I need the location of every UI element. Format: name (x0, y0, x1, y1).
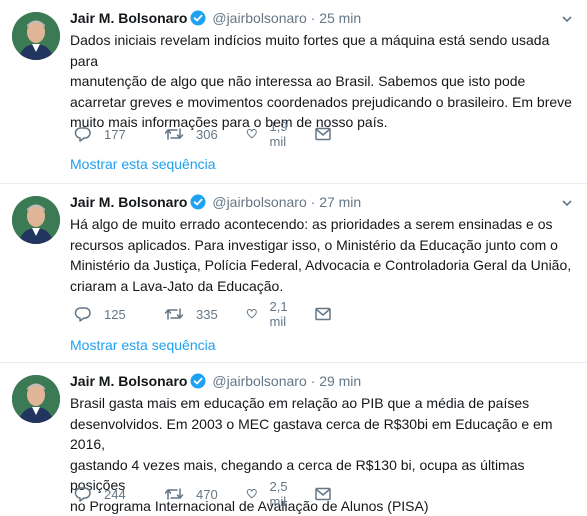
envelope-icon (314, 485, 332, 503)
timestamp[interactable]: 27 min (319, 194, 361, 210)
separator: · (311, 373, 316, 389)
tweet[interactable]: Jair M. Bolsonaro @jairbolsonaro · 27 mi… (0, 184, 587, 363)
tweet-text-line: Dados iniciais revelam indícios muito fo… (70, 30, 580, 71)
retweet-button[interactable]: 335 (164, 304, 218, 324)
show-thread-link[interactable]: Mostrar esta sequência (70, 336, 216, 354)
direct-message-button[interactable] (314, 484, 332, 504)
like-button[interactable]: 2,1 mil (246, 304, 294, 324)
direct-message-button[interactable] (314, 124, 332, 144)
reply-button[interactable]: 244 (74, 484, 126, 504)
avatar[interactable] (12, 196, 60, 244)
retweet-icon (164, 485, 184, 503)
tweet-header: Jair M. Bolsonaro @jairbolsonaro · 27 mi… (70, 193, 361, 214)
verified-badge-icon (190, 373, 206, 393)
retweet-count: 335 (196, 307, 218, 322)
heart-icon (246, 305, 258, 323)
user-handle[interactable]: @jairbolsonaro (212, 373, 306, 389)
tweet-text-line: acarretar greves e movimentos coordenado… (70, 92, 580, 113)
tweet-text-line: criaram a Lava-Jato da Educação. (70, 276, 580, 297)
reply-icon (74, 305, 92, 323)
like-button[interactable]: 1,9 mil (246, 124, 294, 144)
reply-icon (74, 485, 92, 503)
retweet-count: 306 (196, 127, 218, 142)
like-count: 1,9 mil (270, 119, 295, 149)
tweet-text-line: manutenção de algo que não interessa ao … (70, 71, 580, 92)
tweet-text: Há algo de muito errado acontecendo: as … (70, 214, 580, 296)
display-name[interactable]: Jair M. Bolsonaro (70, 10, 187, 26)
user-handle[interactable]: @jairbolsonaro (212, 10, 306, 26)
avatar[interactable] (12, 375, 60, 423)
tweet-text-line: recursos aplicados. Para investigar isso… (70, 235, 580, 256)
reply-count: 125 (104, 307, 126, 322)
tweet-text-line: Brasil gasta mais em educação em relação… (70, 393, 580, 414)
tweet-text-line: desenvolvidos. Em 2003 o MEC gastava cer… (70, 414, 580, 455)
envelope-icon (314, 305, 332, 323)
direct-message-button[interactable] (314, 304, 332, 324)
like-button[interactable]: 2,5 mil (246, 484, 294, 504)
reply-icon (74, 125, 92, 143)
show-thread-link[interactable]: Mostrar esta sequência (70, 155, 216, 173)
heart-icon (246, 125, 258, 143)
tweet-header: Jair M. Bolsonaro @jairbolsonaro · 29 mi… (70, 372, 361, 393)
like-count: 2,1 mil (270, 299, 295, 329)
reply-count: 244 (104, 487, 126, 502)
verified-badge-icon (190, 10, 206, 30)
tweet-text: Dados iniciais revelam indícios muito fo… (70, 30, 580, 133)
tweet[interactable]: Jair M. Bolsonaro @jairbolsonaro · 29 mi… (0, 363, 587, 513)
like-count: 2,5 mil (270, 479, 295, 509)
chevron-down-icon[interactable] (561, 196, 573, 208)
tweet-header: Jair M. Bolsonaro @jairbolsonaro · 25 mi… (70, 9, 361, 30)
user-handle[interactable]: @jairbolsonaro (212, 194, 306, 210)
reply-count: 177 (104, 127, 126, 142)
timestamp[interactable]: 25 min (319, 10, 361, 26)
reply-button[interactable]: 177 (74, 124, 126, 144)
retweet-count: 470 (196, 487, 218, 502)
tweet-text-line: Ministério da Justiça, Polícia Federal, … (70, 255, 580, 276)
avatar[interactable] (12, 12, 60, 60)
heart-icon (246, 485, 258, 503)
retweet-button[interactable]: 306 (164, 124, 218, 144)
chevron-down-icon[interactable] (561, 12, 573, 24)
timestamp[interactable]: 29 min (319, 373, 361, 389)
retweet-button[interactable]: 470 (164, 484, 218, 504)
separator: · (311, 10, 316, 26)
separator: · (311, 194, 316, 210)
display-name[interactable]: Jair M. Bolsonaro (70, 373, 187, 389)
envelope-icon (314, 125, 332, 143)
verified-badge-icon (190, 194, 206, 214)
reply-button[interactable]: 125 (74, 304, 126, 324)
retweet-icon (164, 305, 184, 323)
tweet[interactable]: Jair M. Bolsonaro @jairbolsonaro · 25 mi… (0, 0, 587, 184)
display-name[interactable]: Jair M. Bolsonaro (70, 194, 187, 210)
retweet-icon (164, 125, 184, 143)
tweet-text-line: Há algo de muito errado acontecendo: as … (70, 214, 580, 235)
